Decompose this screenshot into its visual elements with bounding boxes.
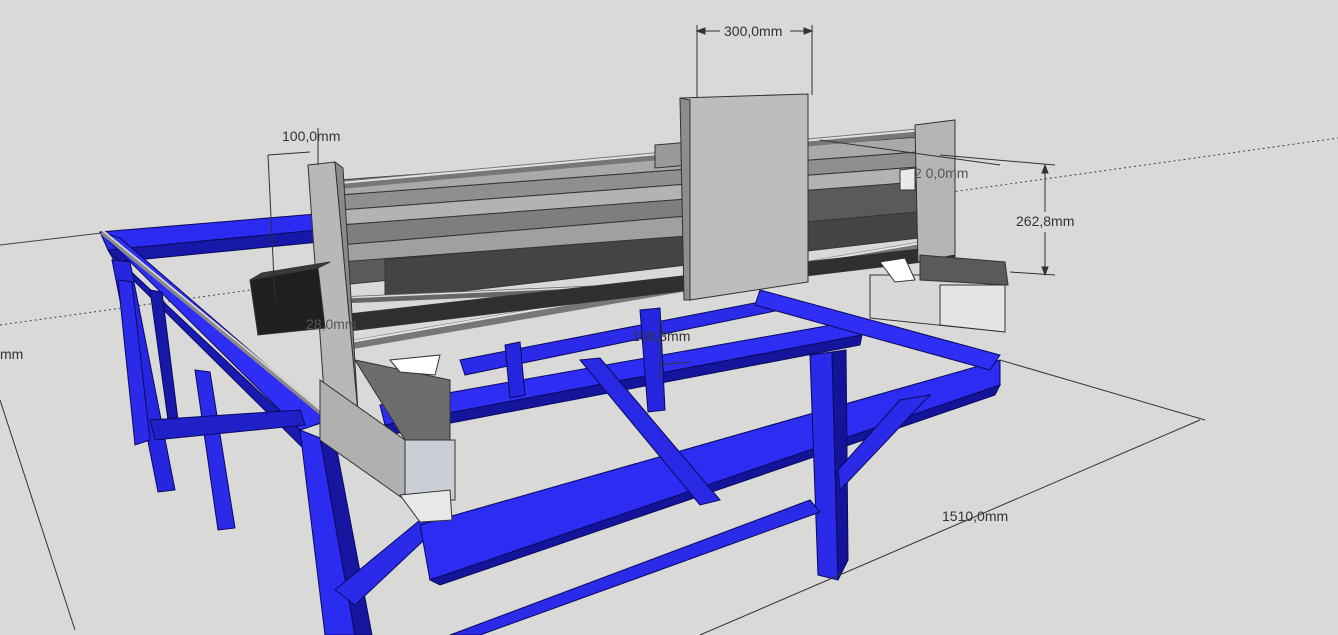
dimension-annotations [0, 25, 1206, 635]
dimension-length-1510: 1510,0mm [942, 508, 1009, 524]
dimension-offset-108: 108,3mm [632, 328, 691, 344]
dimension-side-partial: mm [0, 346, 24, 362]
sketchup-viewport[interactable]: 300,0mm 100,0mm 2 0,0mm 262,8mm 28,0mm 1… [0, 0, 1338, 635]
dimension-width-300: 300,0mm [724, 23, 783, 39]
cnc-model-drawing [0, 25, 1338, 635]
dimension-height-262: 262,8mm [1016, 213, 1075, 229]
axis-line-red [0, 231, 111, 246]
dimension-offset-28: 28,0mm [306, 316, 357, 332]
dimension-hidden: 2 0,0mm [914, 165, 969, 181]
dimension-width-100: 100,0mm [282, 128, 341, 144]
right-carriage-block [869, 254, 1009, 333]
